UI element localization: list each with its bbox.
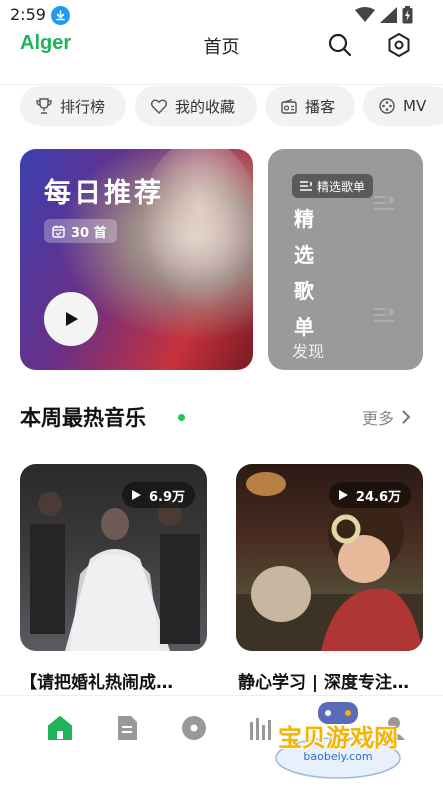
vertical-char: 选 [294, 243, 314, 267]
play-count: 6.9万 [148, 489, 185, 505]
document-icon[interactable] [113, 714, 141, 742]
radio-icon [281, 98, 297, 114]
playlist-title[interactable]: 【请把婚礼热闹成… [20, 668, 205, 693]
hot-playlist-card[interactable]: 6.9万 [20, 464, 207, 651]
featured-tag-label: 精选歌单 [317, 179, 366, 194]
battery-icon [402, 6, 413, 24]
status-bar: 2:59 [0, 0, 443, 30]
featured-tag: 精选歌单 [292, 174, 374, 198]
featured-playlist-card[interactable]: 精选歌单 精 选 歌 单 发现最新 [268, 149, 423, 370]
status-time: 2:59 [10, 5, 46, 24]
watermark-logo: 宝贝游戏网 baobeiy.com [268, 700, 408, 782]
download-icon [51, 6, 70, 25]
playlist-deco-icon [374, 196, 394, 210]
search-icon[interactable] [327, 32, 353, 58]
chip-favorites[interactable]: 我的收藏 [135, 86, 257, 126]
app-header: Alger 首页 [0, 28, 443, 68]
daily-recommend-card[interactable]: 每日推荐 30 首 [20, 149, 253, 370]
chip-label: 排行榜 [60, 97, 106, 116]
app-logo: Alger [20, 32, 72, 54]
chip-label: MV [403, 97, 427, 115]
calendar-icon [52, 225, 65, 238]
heart-icon [151, 99, 167, 114]
vertical-char: 歌 [294, 279, 314, 303]
vertical-char: 精 [294, 207, 314, 231]
featured-vertical-title: 精 选 歌 单 [292, 201, 316, 345]
chip-mv[interactable]: MV [363, 86, 443, 126]
more-link[interactable]: 更多 [362, 405, 411, 429]
chip-label: 我的收藏 [175, 97, 236, 116]
daily-title: 每日推荐 [44, 178, 164, 209]
chip-podcast[interactable]: 播客 [265, 86, 355, 126]
song-count-badge: 30 首 [44, 219, 117, 243]
play-count: 24.6万 [355, 489, 401, 505]
wifi-icon [355, 7, 375, 22]
disc-icon[interactable] [180, 714, 208, 742]
hot-section-title: 本周最热音乐 [20, 406, 146, 430]
play-icon [338, 490, 348, 500]
header-divider [0, 84, 443, 85]
song-count: 30 首 [71, 225, 107, 241]
status-dot [178, 414, 185, 421]
playlist-title[interactable]: 静心学习 | 深度专注… [238, 668, 423, 693]
chip-label: 播客 [305, 97, 336, 116]
signal-icon [380, 7, 397, 23]
hot-playlist-card[interactable]: 24.6万 [236, 464, 423, 651]
watermark-url: baobeiy.com [303, 750, 373, 763]
playlist-deco-icon [374, 308, 394, 322]
home-icon[interactable] [46, 714, 74, 742]
play-icon [131, 490, 141, 500]
play-button[interactable] [44, 292, 98, 346]
chip-ranking[interactable]: 排行榜 [20, 86, 126, 126]
category-chips: 排行榜 我的收藏 播客 MV [20, 86, 443, 126]
watermark-title: 宝贝游戏网 [278, 724, 398, 752]
play-icon [66, 312, 78, 326]
playlist-icon [300, 180, 312, 191]
settings-gear-icon[interactable] [386, 32, 412, 58]
film-reel-icon [379, 98, 395, 114]
play-count-badge: 24.6万 [328, 482, 411, 508]
more-label: 更多 [362, 409, 395, 428]
play-count-badge: 6.9万 [121, 482, 195, 508]
chevron-right-icon [402, 410, 411, 424]
featured-subtitle: 发现最新 [292, 342, 325, 370]
trophy-icon [36, 98, 52, 114]
